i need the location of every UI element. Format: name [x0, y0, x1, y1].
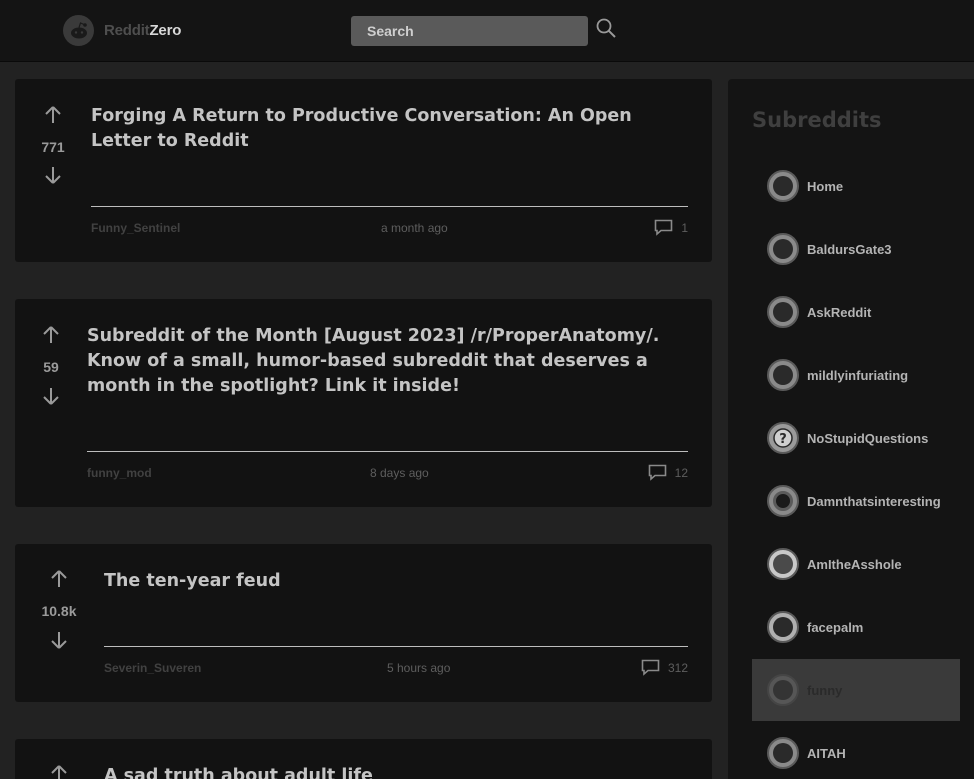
post-card: 771 Forging A Return to Productive Conve… [15, 79, 712, 262]
search-icon[interactable] [594, 17, 618, 41]
sidebar-item-label: mildlyinfuriating [807, 367, 909, 383]
sidebar-item-label: facepalm [807, 619, 864, 635]
subreddit-avatar-icon [767, 170, 799, 202]
post-time: 5 hours ago [387, 661, 451, 675]
logo-text: RedditZero [104, 22, 181, 39]
post-divider [91, 206, 688, 207]
upvote-arrow-icon[interactable] [49, 764, 69, 779]
sidebar-item-aitah[interactable]: AITAH [752, 722, 960, 779]
sidebar-item-label: Home [807, 178, 844, 194]
sidebar-item-label: BaldursGate3 [807, 241, 892, 257]
sidebar-item-label: AITAH [807, 745, 846, 761]
subreddit-avatar-icon [767, 548, 799, 580]
sidebar-item-home[interactable]: Home [752, 155, 960, 217]
downvote-arrow-icon[interactable] [49, 630, 69, 650]
top-navbar: RedditZero [0, 0, 974, 62]
logo-text-zero: Zero [149, 22, 182, 39]
subreddit-sidebar: Subreddits Home BaldursGate3 AskReddit m… [728, 79, 974, 779]
subreddit-avatar-icon [767, 233, 799, 265]
post-score: 771 [41, 139, 65, 155]
sidebar-item-nostupidquestions[interactable]: ? NoStupidQuestions [752, 407, 960, 469]
post-score: 10.8k [41, 603, 77, 619]
sidebar-item-label: AskReddit [807, 304, 872, 320]
sidebar-item-label: NoStupidQuestions [807, 430, 929, 446]
downvote-arrow-icon[interactable] [43, 165, 63, 185]
subreddit-avatar-icon [767, 296, 799, 328]
sidebar-item-label: AmItheAsshole [807, 556, 902, 572]
sidebar-item-amitheasshole[interactable]: AmItheAsshole [752, 533, 960, 595]
post-card: 59 Subreddit of the Month [August 2023] … [15, 299, 712, 507]
comment-count: 1 [681, 220, 688, 235]
post-title[interactable]: A sad truth about adult life [104, 764, 691, 779]
comment-count: 312 [667, 660, 688, 675]
subreddit-avatar-icon [767, 359, 799, 391]
post-time: a month ago [381, 221, 448, 235]
post-title[interactable]: Subreddit of the Month [August 2023] /r/… [87, 324, 691, 399]
reddit-logo-icon [63, 15, 94, 46]
subreddit-avatar-icon [767, 611, 799, 643]
subreddit-avatar-icon [767, 737, 799, 769]
comment-count: 12 [674, 465, 688, 480]
search-input[interactable] [351, 16, 588, 46]
logo-text-reddit: Reddit [104, 22, 150, 39]
subreddit-avatar-icon [767, 674, 799, 706]
post-card: 10.8k The ten-year feud Severin_Suveren … [15, 544, 712, 702]
post-divider [104, 646, 688, 647]
post-time: 8 days ago [370, 466, 429, 480]
sidebar-item-damnthatsinteresting[interactable]: Damnthatsinteresting [752, 470, 960, 532]
upvote-arrow-icon[interactable] [49, 569, 69, 589]
logo[interactable]: RedditZero [63, 15, 181, 46]
sidebar-title: Subreddits [752, 108, 882, 132]
sidebar-item-label: Damnthatsinteresting [807, 493, 941, 509]
post-author[interactable]: funny_mod [87, 466, 152, 480]
question-mark-icon: ? [767, 422, 799, 454]
comment-icon [641, 659, 660, 676]
comment-icon [655, 219, 673, 236]
post-divider [87, 451, 688, 452]
sidebar-item-baldursgate3[interactable]: BaldursGate3 [752, 218, 960, 280]
comment-icon [648, 464, 666, 481]
post-score: 59 [43, 359, 59, 375]
upvote-arrow-icon[interactable] [41, 325, 61, 345]
post-card: A sad truth about adult life [15, 739, 712, 779]
sidebar-item-mildlyinfuriating[interactable]: mildlyinfuriating [752, 344, 960, 406]
comments-link[interactable]: 1 [654, 219, 688, 236]
post-author[interactable]: Severin_Suveren [104, 661, 201, 675]
comments-link[interactable]: 12 [648, 464, 688, 481]
sidebar-item-askreddit[interactable]: AskReddit [752, 281, 960, 343]
post-title[interactable]: Forging A Return to Productive Conversat… [91, 104, 691, 154]
sidebar-item-label: funny [807, 682, 843, 698]
comments-link[interactable]: 312 [641, 659, 688, 676]
upvote-arrow-icon[interactable] [43, 105, 63, 125]
downvote-arrow-icon[interactable] [41, 386, 61, 406]
post-author[interactable]: Funny_Sentinel [91, 221, 180, 235]
sidebar-item-funny[interactable]: funny [752, 659, 960, 721]
svg-text:?: ? [779, 432, 787, 447]
sidebar-item-facepalm[interactable]: facepalm [752, 596, 960, 658]
subreddit-avatar-icon [767, 485, 799, 517]
post-title[interactable]: The ten-year feud [104, 569, 691, 594]
